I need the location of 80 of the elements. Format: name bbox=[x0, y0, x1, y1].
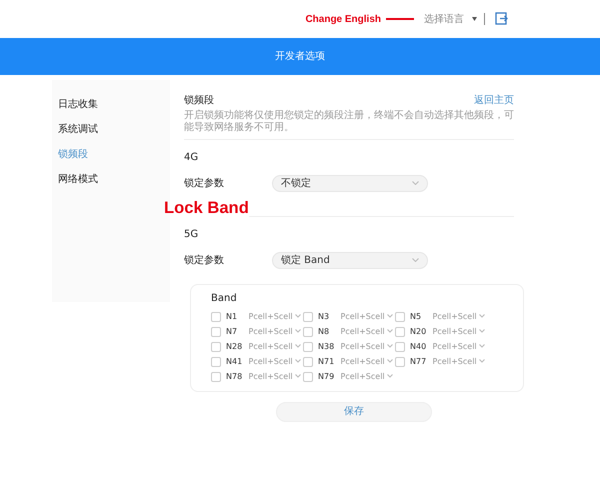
chevron-icon bbox=[479, 359, 486, 364]
mode-dropdown[interactable]: Pcell+Scell bbox=[432, 356, 486, 368]
checkbox[interactable] bbox=[395, 356, 405, 367]
network-heading: 5G bbox=[184, 228, 200, 242]
save-button[interactable]: 保存 bbox=[276, 402, 432, 422]
mode-dropdown[interactable]: Pcell+Scell bbox=[340, 370, 394, 383]
page-title: 开发者选项 bbox=[275, 50, 325, 64]
sidebar-item[interactable]: 系统调试 bbox=[58, 117, 164, 142]
description-text: 开启锁频功能将仅使用您锁定的频段注册，终端不会自动选择其他频段，可能导致网络服务不可用。 bbox=[184, 110, 514, 135]
checkbox[interactable] bbox=[303, 372, 313, 382]
chevron-icon bbox=[387, 314, 394, 318]
checkbox[interactable] bbox=[303, 356, 313, 367]
band-label: N78 bbox=[226, 370, 244, 383]
mode-dropdown[interactable]: Pcell+Scell bbox=[432, 340, 486, 353]
chevron-icon bbox=[479, 329, 486, 334]
chevron-icon bbox=[295, 344, 302, 348]
mode-dropdown[interactable]: Pcell+Scell bbox=[340, 340, 394, 353]
band-label: N7 bbox=[226, 326, 238, 338]
language-dropdown[interactable]: 选择语言 bbox=[424, 12, 464, 26]
checkbox[interactable] bbox=[303, 326, 313, 337]
annotation-label: Change English bbox=[305, 12, 381, 26]
band-label: N3 bbox=[318, 310, 330, 323]
checkbox[interactable] bbox=[211, 326, 221, 337]
dropdown-field[interactable]: 不锁定 bbox=[272, 175, 428, 192]
band-label: N71 bbox=[318, 356, 336, 368]
checkbox[interactable] bbox=[211, 342, 221, 352]
checkbox[interactable] bbox=[395, 342, 405, 352]
checkbox[interactable] bbox=[211, 312, 221, 322]
sidebar-item[interactable]: 网络模式 bbox=[58, 167, 164, 192]
chevron-icon bbox=[479, 344, 486, 348]
sidebar-item[interactable]: 锁频段 bbox=[58, 142, 164, 167]
checkbox[interactable] bbox=[303, 312, 313, 322]
band-label: N5 bbox=[410, 310, 422, 323]
chevron-icon bbox=[479, 314, 486, 318]
band-label: N41 bbox=[226, 356, 244, 368]
chevron-icon bbox=[387, 344, 394, 348]
chevron-icon bbox=[387, 374, 394, 378]
chevron-icon bbox=[387, 359, 394, 364]
field-label: 锁定参数 bbox=[184, 176, 225, 191]
band-label: N1 bbox=[226, 310, 238, 323]
chevron-icon bbox=[295, 314, 302, 318]
mode-dropdown[interactable]: Pcell+Scell bbox=[248, 310, 302, 323]
band-label: N38 bbox=[318, 340, 336, 353]
mode-dropdown[interactable]: Pcell+Scell bbox=[248, 340, 302, 353]
band-label: N20 bbox=[410, 326, 428, 338]
checkbox[interactable] bbox=[395, 326, 405, 337]
leader-line bbox=[386, 18, 414, 20]
band-label: N77 bbox=[410, 356, 428, 368]
band-label: N28 bbox=[226, 340, 244, 353]
caret-icon bbox=[472, 16, 476, 21]
chevron-icon bbox=[295, 329, 302, 334]
mode-dropdown[interactable]: Pcell+Scell bbox=[248, 356, 302, 368]
chevron-icon bbox=[412, 258, 419, 262]
dropdown-field[interactable]: 锁定 Band bbox=[272, 252, 428, 269]
chevron-icon bbox=[412, 181, 419, 186]
mode-dropdown[interactable]: Pcell+Scell bbox=[340, 310, 394, 323]
checkbox[interactable] bbox=[211, 372, 221, 382]
network-heading: 4G bbox=[184, 151, 200, 165]
mode-dropdown[interactable]: Pcell+Scell bbox=[248, 326, 302, 338]
chevron-icon bbox=[295, 359, 302, 364]
band-label: N79 bbox=[318, 370, 336, 383]
back-link[interactable]: 返回主页 bbox=[474, 92, 514, 108]
band-label: N40 bbox=[410, 340, 428, 353]
checkbox[interactable] bbox=[303, 342, 313, 352]
chevron-icon bbox=[387, 329, 394, 334]
sidebar-item[interactable]: 日志收集 bbox=[58, 92, 164, 117]
annotation-label: Lock Band bbox=[164, 200, 249, 217]
band-title: Band bbox=[211, 292, 238, 306]
section-title: 锁频段 bbox=[184, 94, 214, 108]
field-label: 锁定参数 bbox=[184, 254, 225, 268]
chevron-icon bbox=[295, 374, 302, 378]
checkbox[interactable] bbox=[211, 356, 221, 367]
mode-dropdown[interactable]: Pcell+Scell bbox=[340, 356, 394, 368]
mode-dropdown[interactable]: Pcell+Scell bbox=[340, 326, 394, 338]
checkbox[interactable] bbox=[395, 312, 405, 322]
band-label: N8 bbox=[318, 326, 330, 338]
mode-dropdown[interactable]: Pcell+Scell bbox=[248, 370, 302, 383]
logout-icon[interactable] bbox=[495, 12, 508, 26]
mode-dropdown[interactable]: Pcell+Scell bbox=[432, 326, 486, 338]
mode-dropdown[interactable]: Pcell+Scell bbox=[432, 310, 486, 323]
